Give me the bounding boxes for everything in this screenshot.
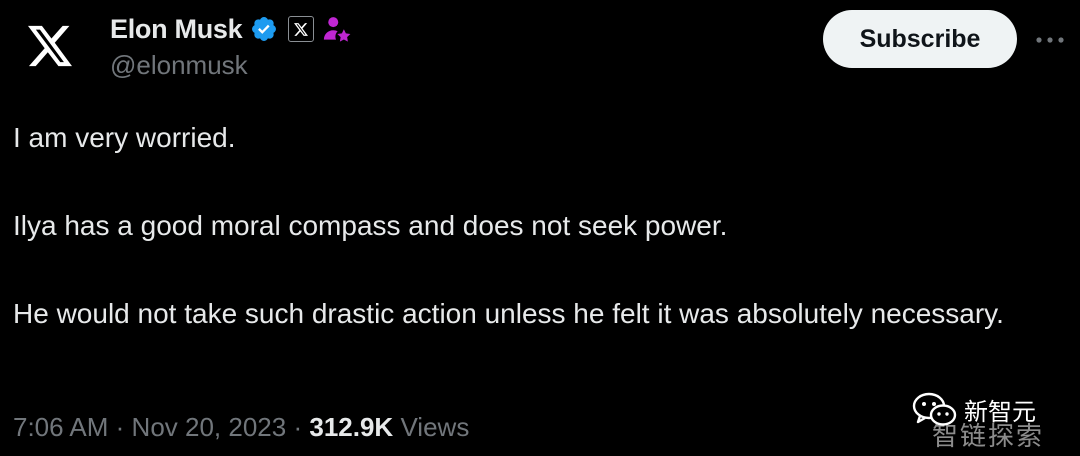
- meta-separator: ·: [293, 412, 303, 442]
- author-name-row: Elon Musk: [110, 10, 352, 48]
- tweet-paragraph: I am very worried.: [13, 122, 236, 153]
- person-star-icon: [324, 17, 351, 42]
- x-logo-icon: [28, 25, 72, 67]
- tweet-paragraph: Ilya has a good moral compass and does n…: [13, 210, 728, 241]
- tweet-text: I am very worried. Ilya has a good moral…: [13, 116, 1063, 336]
- tweet-meta: 7:06 AM · Nov 20, 2023 · 312.9K Views: [13, 412, 469, 443]
- watermark: 新智元 智链探索: [912, 390, 1072, 452]
- tweet-date[interactable]: Nov 20, 2023: [132, 412, 287, 442]
- more-options-icon: [1036, 37, 1064, 43]
- more-options-button[interactable]: [1030, 20, 1070, 60]
- watermark-subtitle: 智链探索: [932, 422, 1045, 452]
- verified-badge-icon: [252, 17, 277, 41]
- tweet-paragraph: He would not take such drastic action un…: [13, 298, 1004, 329]
- views-count[interactable]: 312.9K: [309, 412, 393, 442]
- x-affiliate-badge-icon[interactable]: [288, 16, 315, 42]
- author-display-name[interactable]: Elon Musk: [110, 14, 243, 45]
- tweet-time[interactable]: 7:06 AM: [13, 412, 108, 442]
- meta-separator: ·: [115, 412, 125, 442]
- subscribe-button[interactable]: Subscribe: [823, 10, 1017, 68]
- author-handle[interactable]: @elonmusk: [110, 50, 248, 81]
- avatar[interactable]: [12, 8, 88, 84]
- views-label[interactable]: Views: [400, 412, 469, 442]
